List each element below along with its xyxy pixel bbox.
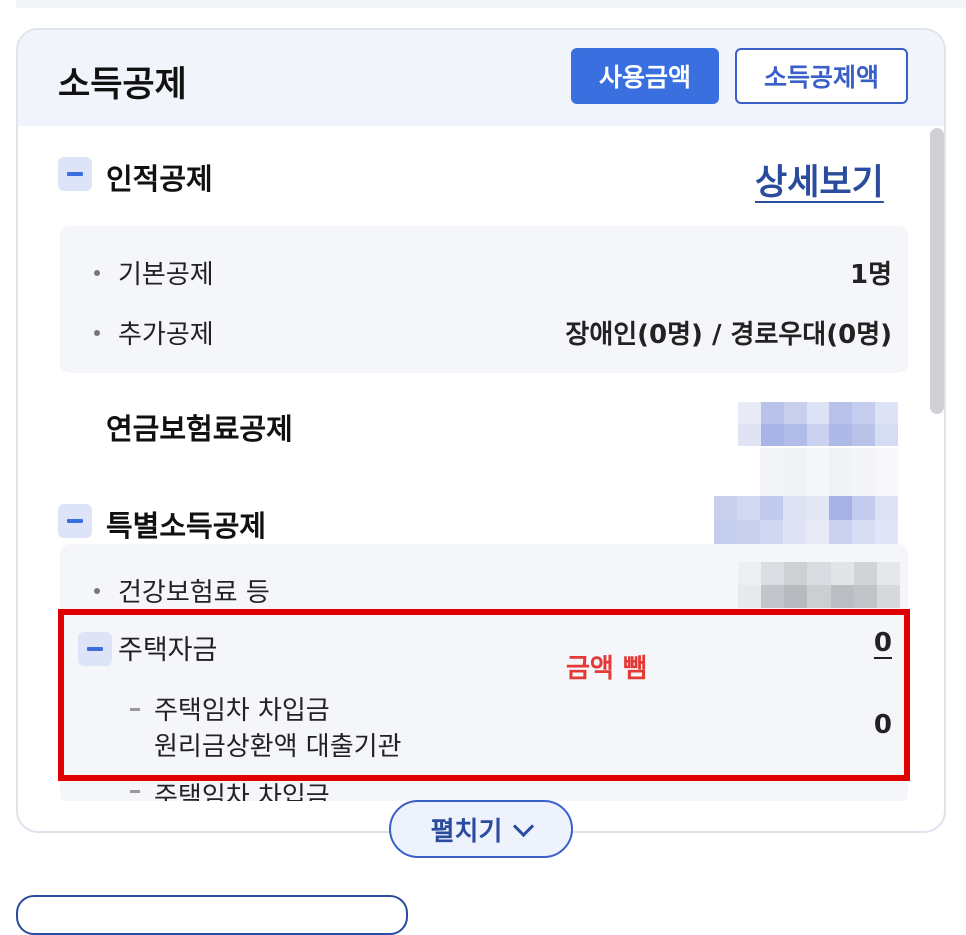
card-header: 소득공제 사용금액 소득공제액 (18, 30, 944, 126)
usage-amount-button[interactable]: 사용금액 (571, 48, 719, 104)
scrollbar[interactable] (930, 128, 944, 414)
minus-icon[interactable] (58, 157, 92, 191)
annotation-text: 금액 뺌 (566, 654, 647, 684)
deduction-amount-button[interactable]: 소득공제액 (735, 48, 908, 104)
detail-link[interactable]: 상세보기 (755, 154, 884, 205)
card-title: 소득공제 (58, 65, 187, 105)
personal-deduction-panel: 기본공제 1명 추가공제 장애인(0명) / 경로우대(0명) (60, 226, 908, 373)
blurred-amount (738, 562, 900, 608)
special-deduction-label: 특별소득공제 (106, 509, 267, 543)
chevron-down-icon (513, 815, 535, 837)
dash-marker (130, 790, 140, 793)
basic-deduction-value: 1명 (849, 260, 892, 290)
personal-deduction-label: 인적공제 (106, 162, 213, 196)
bullet (94, 270, 100, 276)
basic-deduction-label: 기본공제 (118, 260, 214, 290)
top-strip (16, 0, 966, 8)
health-insurance-label: 건강보험료 등 (118, 578, 270, 608)
additional-deduction-label: 추가공제 (118, 320, 214, 350)
expand-button[interactable]: 펼치기 (389, 800, 573, 858)
bullet (94, 588, 100, 594)
additional-deduction-value: 장애인(0명) / 경로우대(0명) (565, 320, 892, 350)
bullet (94, 330, 100, 336)
blurred-amount (714, 448, 898, 544)
highlight-box (58, 609, 910, 781)
expand-button-label: 펼치기 (430, 816, 503, 847)
pension-deduction-label: 연금보험료공제 (106, 412, 293, 446)
blurred-amount (738, 402, 898, 446)
next-card-edge (16, 895, 408, 935)
minus-icon[interactable] (58, 504, 92, 538)
